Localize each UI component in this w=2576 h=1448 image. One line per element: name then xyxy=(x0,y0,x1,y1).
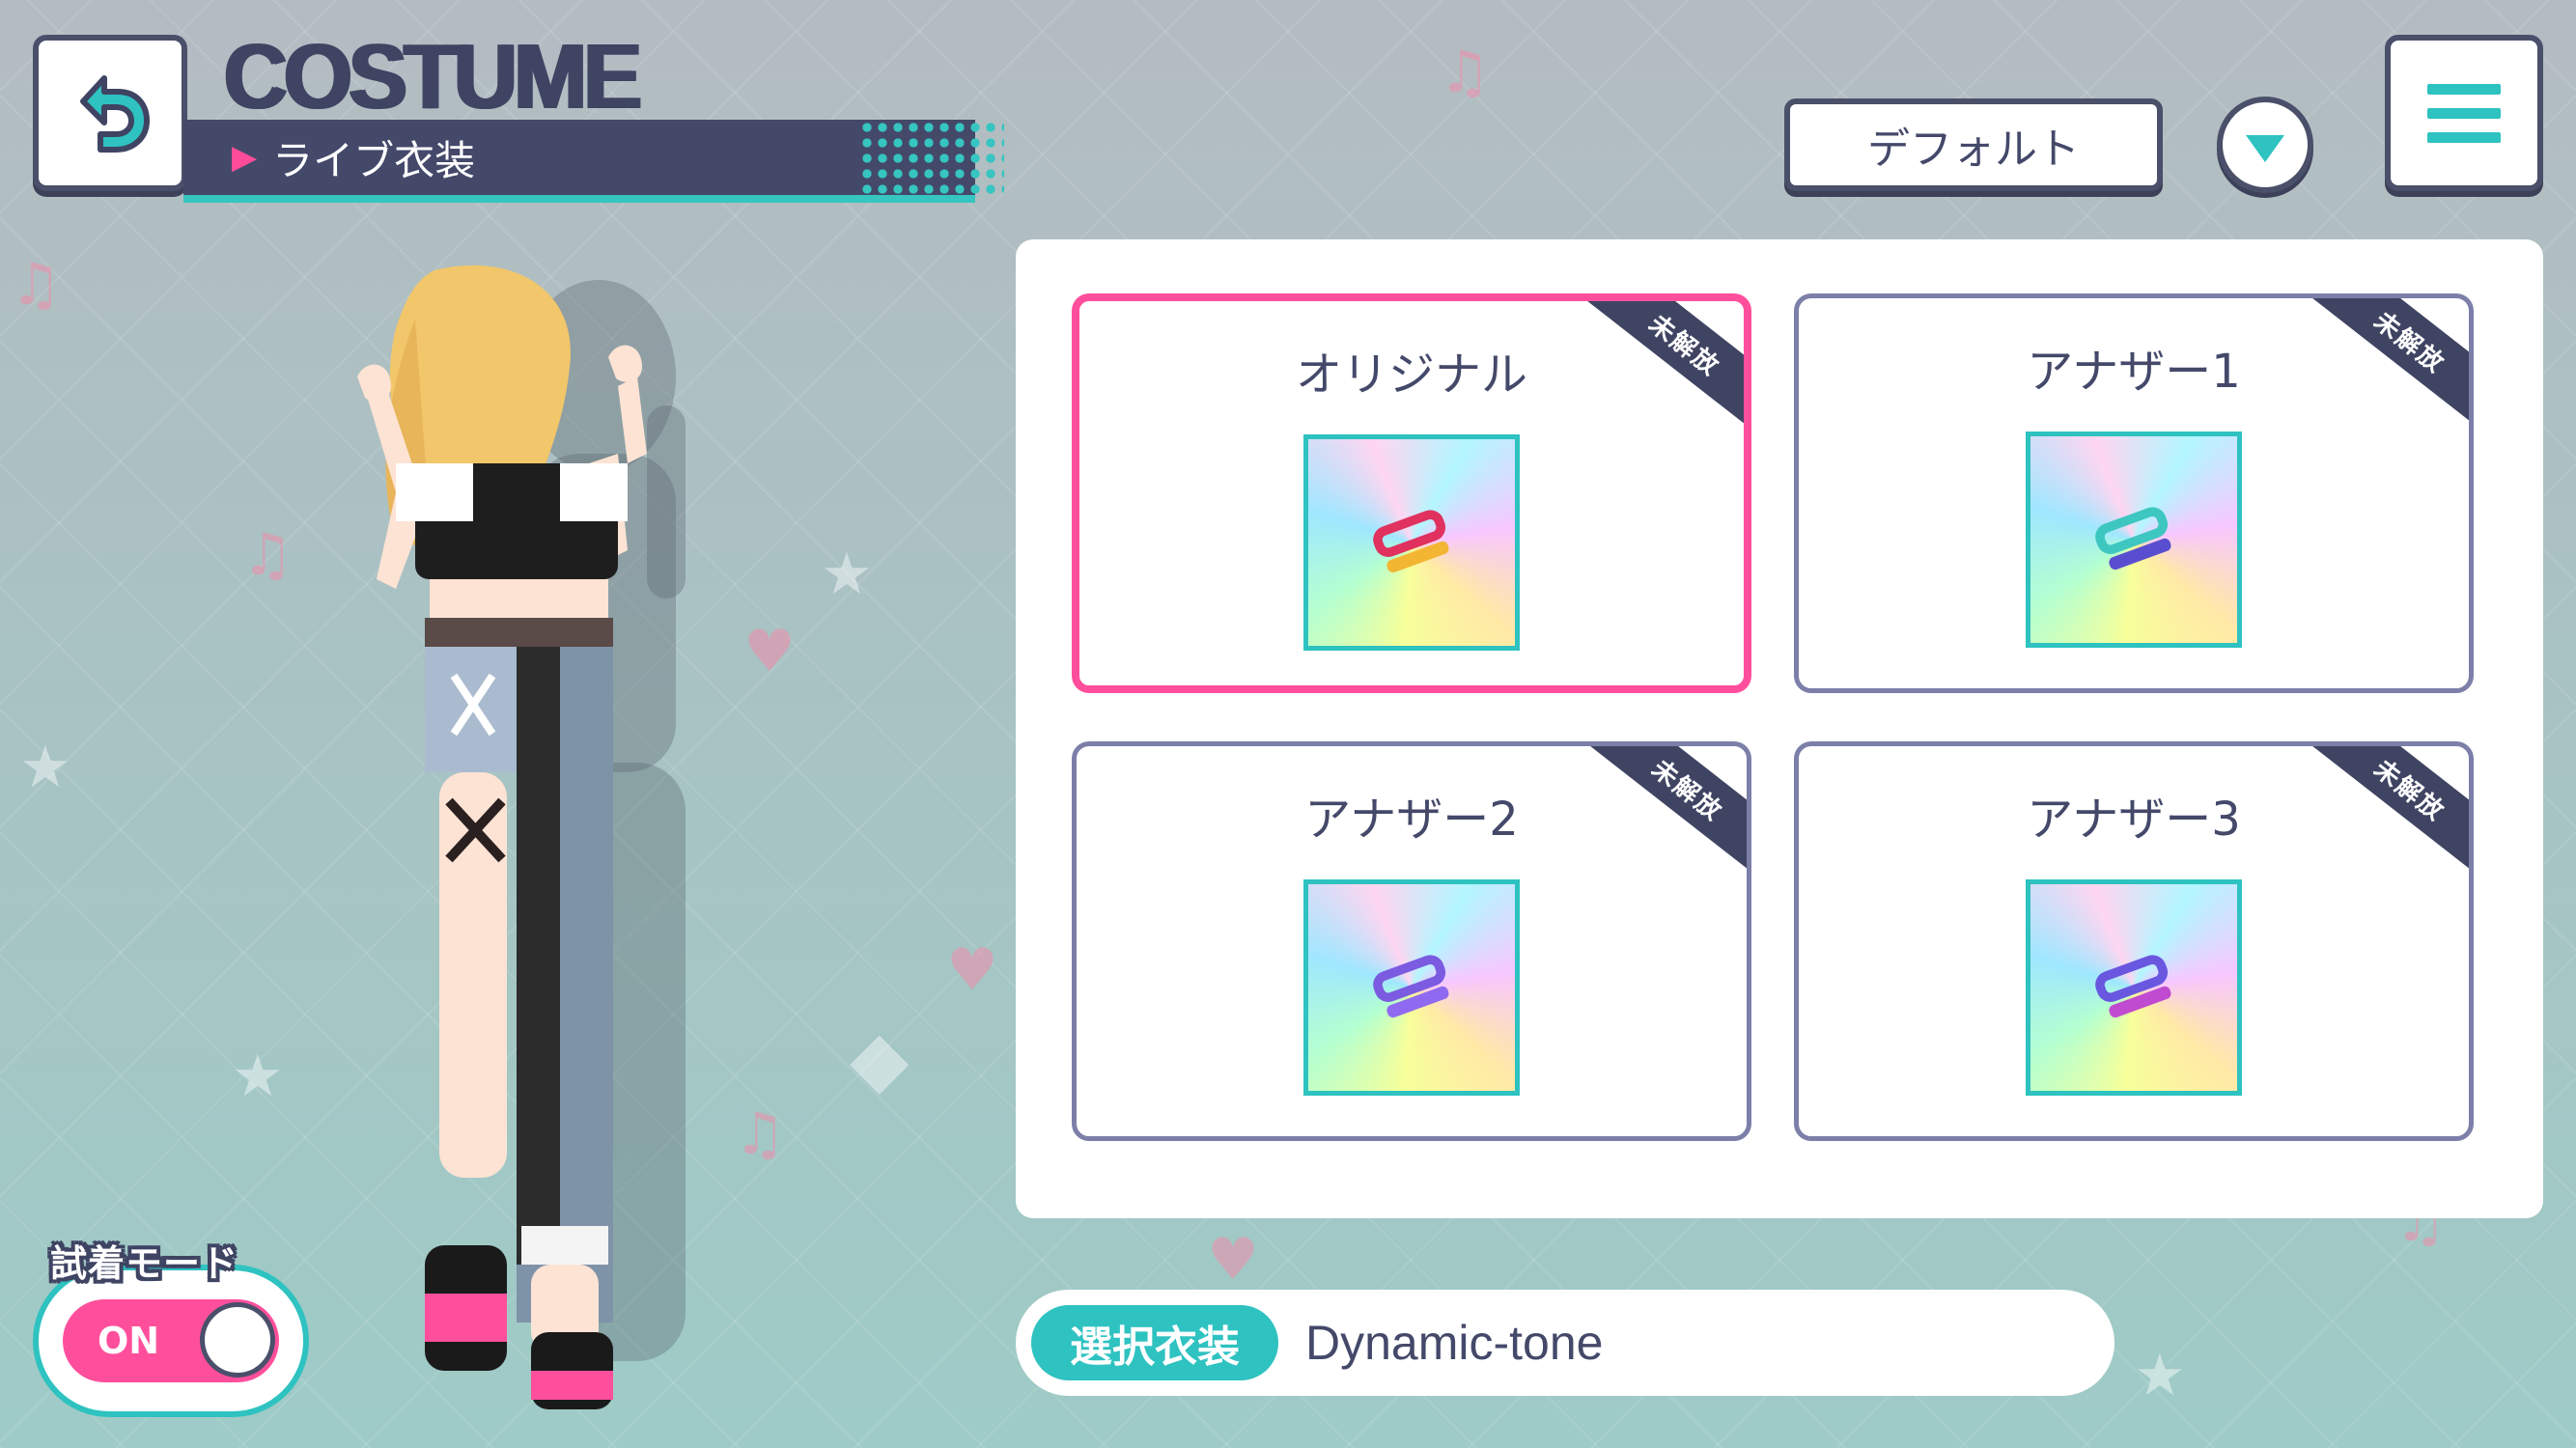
costume-panel: オリジナル 未解放 アナザー1 未解放 アナザー2 未解放 アナザー3 未解放 xyxy=(1016,239,2543,1218)
costume-item-icon xyxy=(1373,955,1449,1018)
page-header: ▶ ライブ衣装 COSTUME xyxy=(183,25,1004,203)
try-on-label: 試着モード xyxy=(50,1242,239,1285)
toggle-state: ON xyxy=(98,1320,160,1362)
heart-icon: ♥ xyxy=(946,936,998,1004)
selected-costume-name: Dynamic-tone xyxy=(1305,1316,1604,1370)
costume-card-title: アナザー2 xyxy=(1304,793,1519,847)
chevron-down-icon xyxy=(2246,135,2284,162)
costume-item-icon xyxy=(2095,507,2171,571)
costume-thumbnail xyxy=(2026,879,2242,1096)
toggle-knob[interactable] xyxy=(200,1302,275,1378)
costume-card-another-1[interactable]: アナザー1 未解放 xyxy=(1794,293,2474,693)
costume-thumbnail xyxy=(2026,432,2242,648)
costume-item-icon xyxy=(1373,510,1449,573)
back-button[interactable] xyxy=(33,35,187,191)
diamond-icon: ◆ xyxy=(850,1014,910,1103)
try-on-toggle[interactable]: ON xyxy=(33,1265,309,1417)
costume-card-original[interactable]: オリジナル 未解放 xyxy=(1072,293,1751,693)
costume-item-icon xyxy=(2095,955,2171,1018)
music-note-icon: ♫ xyxy=(1439,39,1491,106)
dot-pattern xyxy=(859,120,1004,195)
star-icon: ★ xyxy=(2134,1342,2186,1409)
back-arrow-icon xyxy=(80,75,150,153)
selected-costume-tag: 選択衣装 xyxy=(1031,1305,1278,1380)
star-icon: ★ xyxy=(821,541,873,608)
filter-dropdown[interactable]: デフォルト xyxy=(1784,98,2163,191)
costume-card-title: アナザー3 xyxy=(2027,793,2241,847)
music-note-icon: ♫ xyxy=(10,251,62,319)
page-subtitle: ライブ衣装 xyxy=(272,136,476,184)
heart-icon: ♥ xyxy=(1207,1226,1259,1294)
try-on-mode: 試着モード ON xyxy=(33,1234,309,1417)
music-note-icon: ♫ xyxy=(734,1100,786,1168)
menu-button[interactable] xyxy=(2385,35,2543,191)
selected-costume-bar: 選択衣装 Dynamic-tone xyxy=(1016,1290,2114,1396)
heart-icon: ♥ xyxy=(743,618,796,685)
costume-thumbnail xyxy=(1303,434,1520,651)
filter-toggle-button[interactable] xyxy=(2217,97,2313,193)
costume-card-title: アナザー1 xyxy=(2027,345,2241,399)
page-title: COSTUME xyxy=(222,25,640,128)
play-arrow-icon: ▶ xyxy=(232,138,258,177)
subtitle-bar: ▶ ライブ衣装 xyxy=(183,120,1004,203)
character-model[interactable] xyxy=(270,261,714,1419)
toggle-switch[interactable]: ON xyxy=(63,1299,279,1382)
hamburger-menu-icon xyxy=(2427,83,2501,95)
costume-card-another-2[interactable]: アナザー2 未解放 xyxy=(1072,741,1751,1141)
costume-card-another-3[interactable]: アナザー3 未解放 xyxy=(1794,741,2474,1141)
costume-thumbnail xyxy=(1303,879,1520,1096)
star-icon: ★ xyxy=(19,734,71,801)
